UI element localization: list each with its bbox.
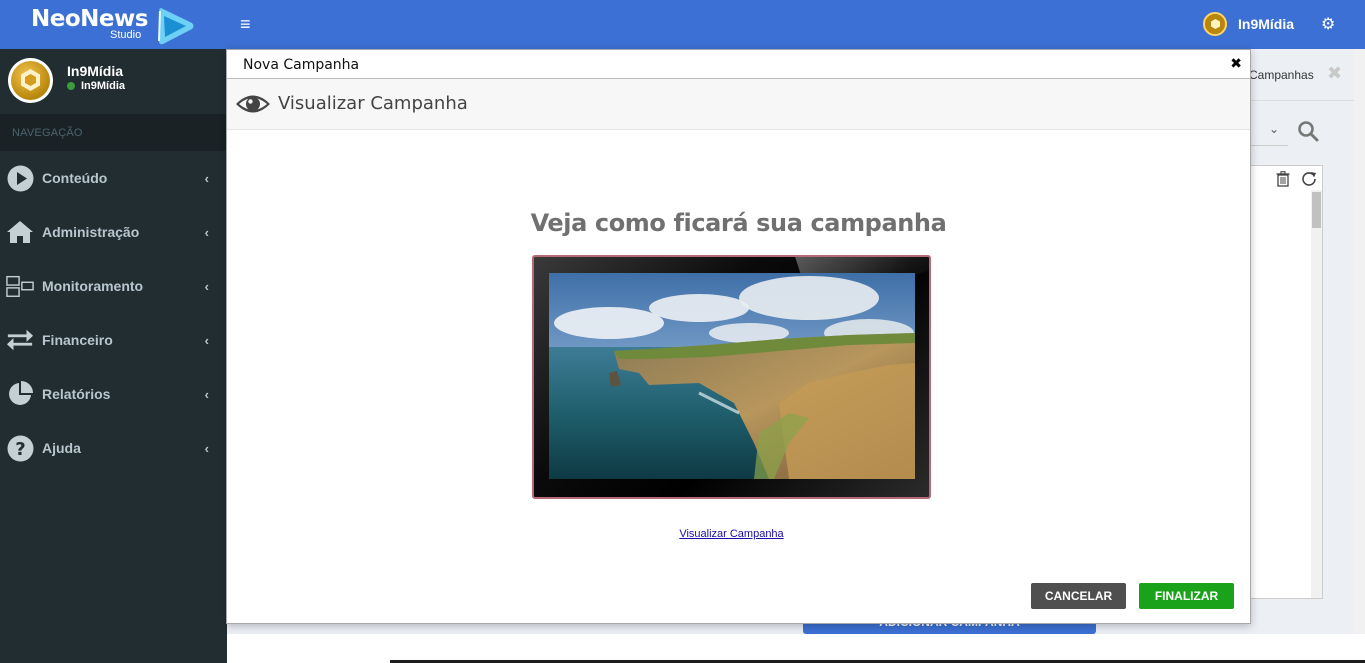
sidebar-item-financeiro[interactable]: Financeiro ‹	[0, 313, 227, 367]
eye-icon	[236, 95, 270, 113]
chevron-left-icon: ‹	[204, 278, 209, 294]
online-dot-icon	[67, 82, 75, 90]
refresh-icon[interactable]	[1300, 170, 1318, 188]
close-icon[interactable]: ✖	[1230, 55, 1242, 72]
user-panel: In9Mídia In9Mídia	[0, 49, 227, 114]
step-header: Visualizar Campanha	[227, 79, 1250, 130]
bg-close-icon[interactable]: ✖	[1327, 63, 1342, 84]
bg-footer	[227, 634, 1365, 663]
chevron-left-icon: ‹	[204, 440, 209, 456]
pie-chart-icon	[6, 380, 34, 408]
trash-icon[interactable]	[1276, 171, 1290, 187]
finish-button[interactable]: FINALIZAR	[1139, 583, 1234, 609]
bg-divider	[1250, 100, 1354, 101]
bg-list-scrollbar[interactable]	[1311, 190, 1322, 598]
chevron-left-icon: ‹	[204, 224, 209, 240]
new-campaign-modal: Nova Campanha ✖ Visualizar Campanha Veja…	[226, 49, 1251, 624]
bg-tab-campanhas[interactable]: Campanhas	[1249, 68, 1314, 82]
bg-select[interactable]	[1250, 145, 1288, 146]
campaign-preview-image	[549, 273, 915, 479]
modal-title: Nova Campanha	[243, 57, 360, 73]
monitor-icon	[6, 272, 34, 300]
sidebar-item-conteudo[interactable]: Conteúdo ‹	[0, 151, 227, 205]
sidebar-item-administracao[interactable]: Administração ‹	[0, 205, 227, 259]
chevron-left-icon: ‹	[204, 386, 209, 402]
question-circle-icon: ?	[6, 434, 34, 462]
sidebar-item-monitoramento[interactable]: Monitoramento ‹	[0, 259, 227, 313]
user-menu[interactable]: In9Mídia	[1203, 12, 1294, 36]
brand-logo[interactable]: NeoNews Studio	[0, 0, 227, 49]
tv-preview-frame	[532, 255, 931, 499]
play-circle-icon	[6, 164, 34, 192]
chevron-left-icon: ‹	[204, 332, 209, 348]
avatar	[1203, 12, 1227, 36]
user-panel-status: In9Mídia	[67, 80, 125, 92]
sidebar-item-relatorios[interactable]: Relatórios ‹	[0, 367, 227, 421]
preview-campaign-link[interactable]: Visualizar Campanha	[227, 528, 1236, 540]
bg-list-scroll-thumb[interactable]	[1312, 192, 1321, 228]
svg-text:?: ?	[15, 439, 25, 460]
home-icon	[6, 218, 34, 246]
brand-sub: Studio	[110, 29, 142, 41]
gears-icon[interactable]: ⚙	[1321, 14, 1335, 34]
chevron-down-icon[interactable]: ⌄	[1269, 122, 1279, 136]
cancel-button[interactable]: CANCELAR	[1031, 583, 1126, 609]
preview-heading: Veja como ficará sua campanha	[530, 209, 947, 237]
play-logo-icon	[158, 8, 194, 45]
top-navbar: NeoNews Studio ≡ In9Mídia ⚙	[0, 0, 1365, 49]
page-scrollbar[interactable]	[1354, 49, 1365, 663]
sidebar-item-ajuda[interactable]: ? Ajuda ‹	[0, 421, 227, 475]
avatar	[8, 58, 53, 103]
exchange-icon	[6, 326, 34, 354]
step-title: Visualizar Campanha	[278, 93, 468, 114]
menu-toggle-icon[interactable]: ≡	[240, 14, 256, 34]
user-panel-name: In9Mídia	[67, 63, 124, 79]
nav-header: NAVEGAÇÃO	[0, 114, 227, 151]
user-name: In9Mídia	[1238, 16, 1295, 32]
chevron-left-icon: ‹	[204, 170, 209, 186]
sidebar: In9Mídia In9Mídia NAVEGAÇÃO Conteúdo ‹ A…	[0, 49, 227, 663]
search-icon[interactable]	[1297, 120, 1319, 142]
